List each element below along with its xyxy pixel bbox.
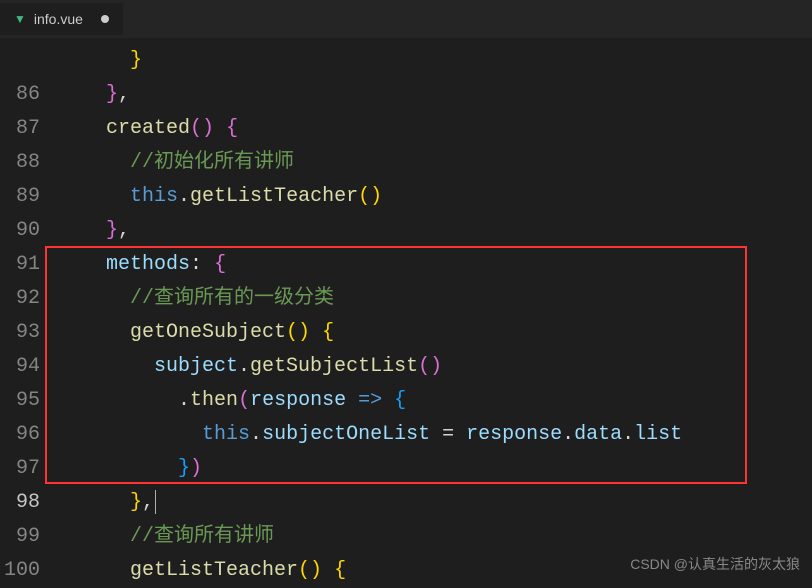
code-line: //查询所有讲师 — [58, 520, 812, 554]
code-line: this.subjectOneList = response.data.list — [58, 418, 812, 452]
vue-icon: ▼ — [14, 12, 26, 26]
modified-indicator-icon — [101, 15, 109, 23]
line-number: 93 — [0, 316, 40, 350]
line-number: 88 — [0, 146, 40, 180]
code-area[interactable]: } }, created() { //初始化所有讲师 this.getListT… — [58, 38, 812, 582]
line-number: 87 — [0, 112, 40, 146]
code-line: .then(response => { — [58, 384, 812, 418]
watermark: CSDN @认真生活的灰太狼 — [630, 554, 800, 574]
code-line: //查询所有的一级分类 — [58, 282, 812, 316]
line-number: 96 — [0, 418, 40, 452]
line-number: 94 — [0, 350, 40, 384]
line-number: 95 — [0, 384, 40, 418]
line-number: 98 — [0, 486, 40, 520]
code-line: } — [58, 44, 812, 78]
tab-filename: info.vue — [34, 11, 83, 27]
line-number: 99 — [0, 520, 40, 554]
file-tab[interactable]: ▼ info.vue — [0, 3, 123, 35]
code-line: }, — [58, 214, 812, 248]
code-editor[interactable]: 86 87 88 89 90 91 92 93 94 95 96 97 98 9… — [0, 38, 812, 582]
line-number: 91 — [0, 248, 40, 282]
code-line: subject.getSubjectList() — [58, 350, 812, 384]
line-number: 89 — [0, 180, 40, 214]
line-number: 100 — [0, 554, 40, 588]
tab-bar: ▼ info.vue — [0, 0, 812, 38]
code-line: }, — [58, 486, 812, 520]
code-line: getOneSubject() { — [58, 316, 812, 350]
cursor-icon — [155, 490, 156, 514]
line-number: 97 — [0, 452, 40, 486]
code-line: created() { — [58, 112, 812, 146]
line-number: 92 — [0, 282, 40, 316]
code-line: }, — [58, 78, 812, 112]
line-number — [0, 44, 40, 78]
line-number: 90 — [0, 214, 40, 248]
code-line: this.getListTeacher() — [58, 180, 812, 214]
code-line: methods: { — [58, 248, 812, 282]
line-number-gutter: 86 87 88 89 90 91 92 93 94 95 96 97 98 9… — [0, 38, 58, 582]
line-number: 86 — [0, 78, 40, 112]
code-line: }) — [58, 452, 812, 486]
code-line: //初始化所有讲师 — [58, 146, 812, 180]
